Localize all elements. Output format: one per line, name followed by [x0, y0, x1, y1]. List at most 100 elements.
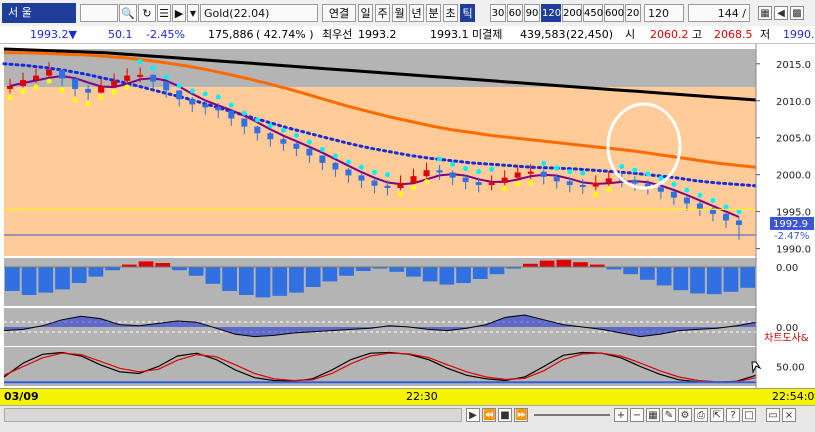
psar-dot	[398, 191, 404, 197]
open-price: 2060.2	[650, 28, 689, 41]
stop-icon[interactable]: ■	[498, 408, 512, 422]
lock-icon[interactable]: □	[742, 408, 756, 422]
tab-period-3[interactable]: 월	[392, 4, 407, 22]
prev-icon[interactable]: ◀	[774, 6, 788, 20]
volume-value: 175,886	[208, 28, 254, 41]
interval-20[interactable]: 20	[625, 4, 641, 22]
histogram-bar	[289, 267, 304, 293]
histogram-bar	[21, 267, 37, 295]
candle-body	[566, 181, 573, 186]
search-icon[interactable]: 🔍	[119, 4, 137, 22]
psar-dot	[437, 156, 443, 162]
settings-icon[interactable]: ⚙	[678, 408, 692, 422]
psar-dot	[567, 169, 573, 175]
interval-200[interactable]: 200	[562, 4, 582, 22]
low-price: 1990.	[783, 28, 815, 41]
candle-body	[228, 110, 235, 119]
best-bid: 1993.1	[430, 28, 469, 41]
best-quote-label: 최우선	[322, 28, 353, 41]
tab-period-7[interactable]: 틱	[460, 4, 475, 22]
psar-dot	[124, 84, 130, 90]
candle-body	[163, 81, 170, 91]
psar-dot	[98, 94, 104, 100]
symbol-selector[interactable]: Gold(22.04)	[200, 4, 318, 22]
tool-icon[interactable]: ✎	[662, 408, 676, 422]
open-interest-change: (22,450)	[566, 28, 614, 41]
psar-dot	[593, 191, 599, 197]
code-input[interactable]	[80, 4, 118, 22]
psar-dot	[59, 87, 65, 93]
psar-dot	[411, 185, 417, 191]
histogram-bar	[556, 259, 572, 267]
speaker-icon[interactable]: ▶	[172, 4, 186, 22]
candle-body	[319, 155, 326, 163]
window-icon[interactable]: ▭	[766, 408, 780, 422]
tab-continuous[interactable]: 연결	[322, 4, 356, 22]
psar-dot	[463, 166, 469, 172]
histogram-bar	[355, 267, 371, 271]
psar-dot	[280, 127, 286, 133]
forward-icon[interactable]: ⏩	[514, 408, 528, 422]
tab-period-6[interactable]: 초	[443, 4, 458, 22]
interval-30[interactable]: 30	[490, 4, 506, 22]
time-axis-mid: 22:30	[406, 390, 438, 403]
counter-field: 144 / 1383	[688, 4, 750, 38]
candle-body	[46, 69, 53, 76]
candle-body	[293, 143, 300, 149]
histogram-bar	[38, 267, 54, 293]
candle-body	[514, 172, 521, 178]
chart-toolbar: 서 울 🔍 ↻ ☰ ▶ ▼ Gold(22.04) 120 144 / 1383…	[0, 0, 815, 38]
print-icon[interactable]: ⎙	[694, 408, 708, 422]
histogram-bar	[723, 267, 739, 292]
histogram-bar	[640, 267, 655, 280]
candle-body	[657, 187, 664, 192]
candle-body	[722, 213, 729, 221]
psar-dot	[267, 123, 273, 129]
zoom-in-icon[interactable]: +	[614, 408, 628, 422]
play-icon[interactable]: ▶	[466, 408, 480, 422]
close-icon[interactable]: ×	[782, 408, 796, 422]
candle-body	[124, 75, 131, 81]
candle-body	[397, 182, 404, 188]
psar-dot	[254, 117, 260, 123]
psar-dot	[606, 187, 612, 193]
refresh-icon[interactable]: ↻	[138, 4, 156, 22]
interval-450[interactable]: 450	[583, 4, 603, 22]
y-tick-label: 2005.0	[776, 134, 811, 145]
histogram-bar	[238, 267, 254, 295]
candle-body	[267, 133, 274, 140]
tab-period-2[interactable]: 주	[375, 4, 390, 22]
grid-icon[interactable]: ▦	[758, 6, 772, 20]
psar-dot	[72, 97, 78, 103]
save-icon[interactable]: ▩	[790, 6, 804, 20]
tab-period-5[interactable]: 분	[426, 4, 441, 22]
psar-dot	[580, 170, 586, 176]
zoom-slider[interactable]	[534, 414, 610, 416]
dropdown-arrow-icon[interactable]: ▼	[187, 4, 199, 22]
tab-period-4[interactable]: 년	[409, 4, 424, 22]
layout-icon[interactable]: ▦	[646, 408, 660, 422]
psar-dot	[319, 146, 325, 152]
region-label: 서 울	[2, 3, 76, 23]
histogram-bar	[406, 267, 421, 277]
psar-dot	[306, 139, 312, 145]
list-icon[interactable]: ☰	[157, 4, 171, 22]
quote-bar: 1993.2▼ 50.1 -2.45% 175,886 ( 42.74% ) 최…	[0, 26, 815, 44]
candle-body	[553, 176, 560, 182]
zoom-out-icon[interactable]: −	[630, 408, 644, 422]
interval-90[interactable]: 90	[524, 4, 540, 22]
interval-select[interactable]: 120	[644, 4, 684, 22]
rewind-icon[interactable]: ⏪	[482, 408, 496, 422]
help-icon[interactable]: ?	[726, 408, 740, 422]
candle-body	[85, 88, 92, 93]
psar-dot	[163, 74, 169, 80]
interval-600[interactable]: 600	[604, 4, 624, 22]
psar-dot	[332, 153, 338, 159]
tab-period-1[interactable]: 일	[358, 4, 373, 22]
export-icon[interactable]: ⇱	[710, 408, 724, 422]
horizontal-scrollbar[interactable]	[4, 408, 462, 422]
chart-area[interactable]: 2015.02010.02005.02000.01995.01990.01992…	[0, 44, 815, 388]
interval-120[interactable]: 120	[541, 4, 561, 22]
candle-body	[462, 177, 469, 183]
interval-60[interactable]: 60	[507, 4, 523, 22]
